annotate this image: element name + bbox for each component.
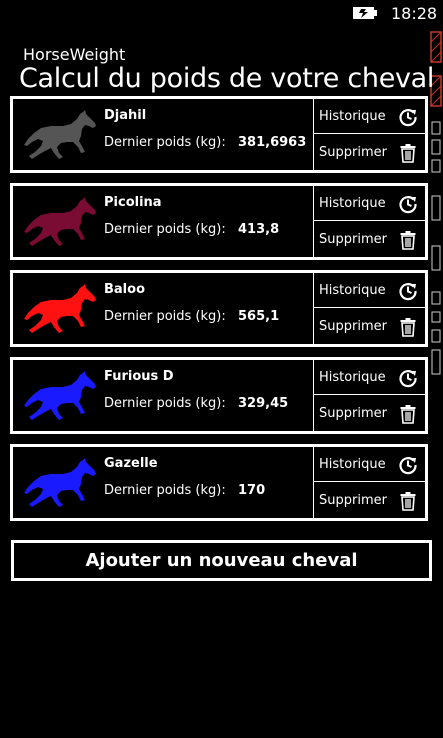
trash-icon bbox=[400, 231, 416, 250]
delete-label: Supprimer bbox=[319, 232, 387, 247]
delete-label: Supprimer bbox=[319, 406, 387, 421]
history-label: Historique bbox=[319, 109, 386, 124]
add-horse-button[interactable]: Ajouter un nouveau cheval bbox=[11, 540, 432, 581]
history-label: Historique bbox=[319, 283, 386, 298]
history-button[interactable]: Historique bbox=[314, 273, 426, 308]
battery-charging-icon bbox=[353, 7, 377, 19]
last-weight-value: 413,8 bbox=[238, 222, 280, 237]
history-icon bbox=[399, 109, 417, 127]
last-weight-label: Dernier poids (kg): bbox=[104, 222, 226, 237]
horse-name: Furious D bbox=[104, 369, 174, 384]
card-actions: Historique Supprimer bbox=[313, 273, 426, 344]
card-actions: Historique Supprimer bbox=[313, 186, 426, 257]
horse-icon bbox=[24, 371, 96, 420]
history-icon bbox=[399, 196, 417, 214]
horse-card[interactable]: Baloo Dernier poids (kg): 565,1 Historiq… bbox=[10, 270, 428, 347]
trash-icon bbox=[400, 405, 416, 424]
horse-card[interactable]: Picolina Dernier poids (kg): 413,8 Histo… bbox=[10, 183, 428, 260]
history-button[interactable]: Historique bbox=[314, 99, 426, 134]
trash-icon bbox=[400, 492, 416, 511]
delete-button[interactable]: Supprimer bbox=[314, 135, 426, 170]
history-label: Historique bbox=[319, 196, 386, 211]
history-label: Historique bbox=[319, 370, 386, 385]
delete-button[interactable]: Supprimer bbox=[314, 483, 426, 518]
delete-button[interactable]: Supprimer bbox=[314, 222, 426, 257]
history-icon bbox=[399, 370, 417, 388]
horse-icon bbox=[24, 458, 96, 507]
delete-label: Supprimer bbox=[319, 319, 387, 334]
last-weight-value: 381,6963 bbox=[238, 135, 307, 150]
horse-name: Baloo bbox=[104, 282, 145, 297]
delete-label: Supprimer bbox=[319, 145, 387, 160]
delete-button[interactable]: Supprimer bbox=[314, 309, 426, 344]
horse-icon bbox=[24, 110, 96, 159]
last-weight-label: Dernier poids (kg): bbox=[104, 396, 226, 411]
status-bar: 18:28 bbox=[0, 0, 443, 28]
horse-card[interactable]: Furious D Dernier poids (kg): 329,45 His… bbox=[10, 357, 428, 434]
history-button[interactable]: Historique bbox=[314, 186, 426, 221]
last-weight-value: 329,45 bbox=[238, 396, 289, 411]
horse-icon bbox=[24, 284, 96, 333]
card-actions: Historique Supprimer bbox=[313, 99, 426, 170]
horse-icon bbox=[24, 197, 96, 246]
clock: 18:28 bbox=[391, 4, 438, 23]
history-icon bbox=[399, 283, 417, 301]
last-weight-label: Dernier poids (kg): bbox=[104, 483, 226, 498]
horse-name: Djahil bbox=[104, 108, 147, 123]
last-weight-label: Dernier poids (kg): bbox=[104, 135, 226, 150]
history-icon bbox=[399, 457, 417, 475]
history-button[interactable]: Historique bbox=[314, 360, 426, 395]
last-weight-label: Dernier poids (kg): bbox=[104, 309, 226, 324]
horse-card[interactable]: Djahil Dernier poids (kg): 381,6963 Hist… bbox=[10, 96, 428, 173]
horse-name: Gazelle bbox=[104, 456, 158, 471]
card-actions: Historique Supprimer bbox=[313, 360, 426, 431]
last-weight-value: 565,1 bbox=[238, 309, 280, 324]
horse-name: Picolina bbox=[104, 195, 162, 210]
delete-label: Supprimer bbox=[319, 493, 387, 508]
horse-card[interactable]: Gazelle Dernier poids (kg): 170 Historiq… bbox=[10, 444, 428, 521]
delete-button[interactable]: Supprimer bbox=[314, 396, 426, 431]
trash-icon bbox=[400, 144, 416, 163]
history-label: Historique bbox=[319, 457, 386, 472]
page-title: Calcul du poids de votre cheval bbox=[19, 63, 435, 94]
trash-icon bbox=[400, 318, 416, 337]
history-button[interactable]: Historique bbox=[314, 447, 426, 482]
last-weight-value: 170 bbox=[238, 483, 266, 498]
card-actions: Historique Supprimer bbox=[313, 447, 426, 518]
horse-list: Djahil Dernier poids (kg): 381,6963 Hist… bbox=[10, 96, 428, 531]
